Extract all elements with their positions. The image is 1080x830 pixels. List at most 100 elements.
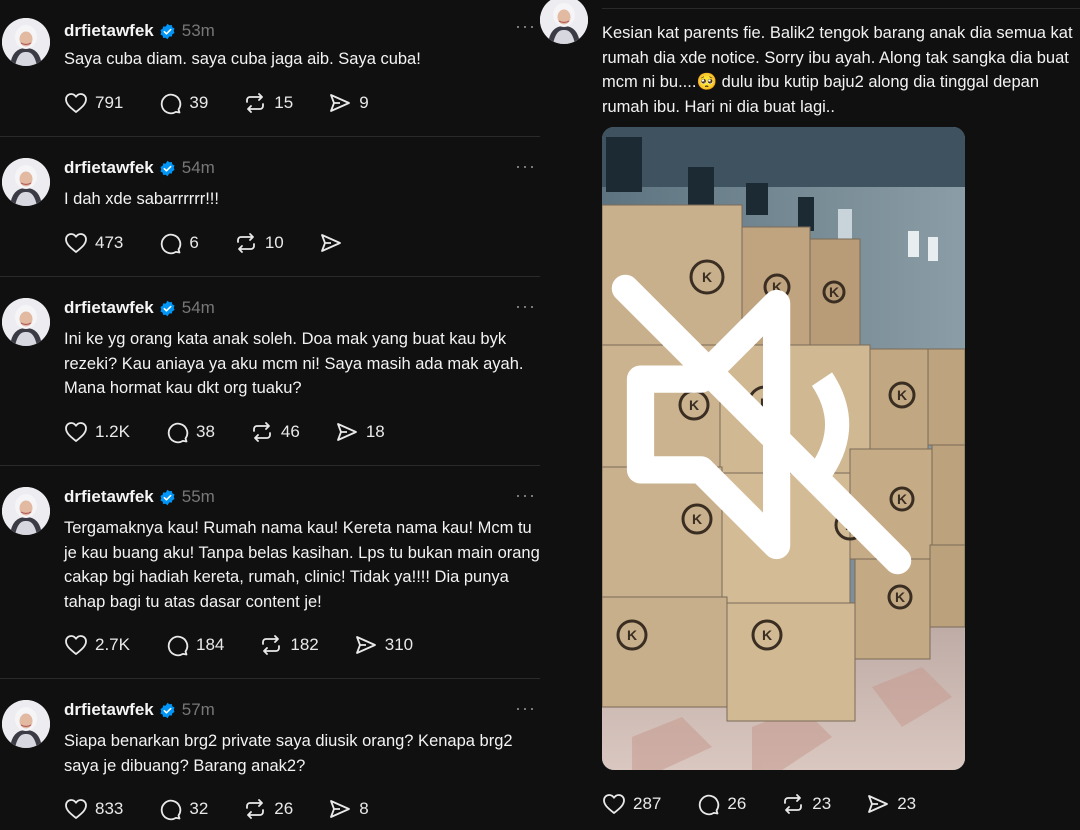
share-button[interactable]: 23 (866, 792, 916, 816)
action-bar: 287 26 23 23 (602, 792, 951, 816)
username[interactable]: drfietawfek (64, 298, 154, 318)
post-header: drfietawfek 55m (64, 485, 215, 509)
share-icon (868, 795, 889, 813)
post-header: drfietawfek 57m (64, 698, 215, 722)
timestamp: 54m (181, 298, 215, 317)
repost-count: 23 (812, 794, 832, 813)
timestamp: 54m (181, 158, 215, 177)
like-button[interactable]: 1.2K (64, 420, 130, 444)
repost-count: 46 (280, 422, 300, 441)
comment-icon (167, 422, 189, 444)
avatar[interactable] (2, 158, 50, 206)
repost-count: 15 (274, 93, 294, 112)
repost-button[interactable]: 182 (259, 633, 319, 657)
reply-button[interactable]: 26 (696, 792, 746, 816)
avatar[interactable] (2, 487, 50, 535)
repost-count: 182 (290, 635, 319, 654)
like-count: 287 (633, 794, 662, 813)
verified-icon (159, 300, 176, 317)
username[interactable]: drfietawfek (64, 487, 154, 507)
post-text: I dah xde sabarrrrrr!!! (64, 190, 219, 208)
more-icon[interactable]: ··· (515, 485, 536, 506)
share-button[interactable]: 18 (335, 420, 385, 444)
more-icon[interactable]: ··· (515, 698, 536, 719)
post-header: drfietawfek 53m (64, 19, 215, 43)
like-button[interactable]: 791 (64, 91, 123, 115)
post[interactable]: drfietawfek 54m ··· I dah xde sabarrrrrr… (0, 156, 540, 277)
more-icon[interactable]: ··· (515, 16, 536, 37)
avatar[interactable] (2, 298, 50, 346)
like-count: 791 (95, 93, 124, 112)
post-text: Ini ke yg orang kata anak soleh. Doa mak… (64, 330, 524, 397)
heart-icon (65, 635, 87, 655)
share-count: 9 (359, 93, 369, 112)
mute-icon[interactable] (602, 127, 943, 746)
share-icon (330, 800, 351, 818)
repost-count: 26 (274, 799, 294, 818)
heart-icon (65, 233, 87, 253)
share-button[interactable]: 310 (354, 633, 413, 657)
post[interactable]: drfietawfek 55m ··· Tergamaknya kau! Rum… (0, 485, 540, 679)
post-text: Siapa benarkan brg2 private saya diusik … (64, 732, 513, 775)
share-icon (336, 423, 357, 441)
like-button[interactable]: 287 (602, 792, 661, 816)
reply-button[interactable]: 184 (165, 633, 224, 657)
like-count: 2.7K (95, 635, 130, 654)
post-header: drfietawfek 54m (64, 296, 215, 320)
post[interactable]: drfietawfek 53m ··· Saya cuba diam. saya… (0, 16, 540, 137)
verified-icon (159, 23, 176, 40)
share-button[interactable]: 9 (328, 91, 369, 115)
post[interactable]: drfietawfek 54m ··· Ini ke yg orang kata… (0, 296, 540, 466)
share-count: 23 (897, 794, 917, 813)
share-icon (330, 94, 351, 112)
repost-button[interactable]: 10 (234, 231, 284, 255)
repost-icon (262, 635, 281, 655)
heart-icon (65, 799, 87, 819)
right-post[interactable]: Kesian kat parents fie. Balik2 tengok ba… (540, 0, 1080, 830)
more-icon[interactable]: ··· (515, 296, 536, 317)
repost-icon (253, 422, 271, 442)
reply-button[interactable]: 32 (158, 797, 208, 821)
repost-button[interactable]: 15 (243, 91, 293, 115)
reply-button[interactable]: 38 (165, 420, 215, 444)
reply-count: 32 (189, 799, 209, 818)
repost-button[interactable]: 46 (250, 420, 300, 444)
comment-icon (699, 794, 720, 816)
action-bar: 1.2K 38 46 18 (64, 420, 420, 444)
like-button[interactable]: 833 (64, 797, 123, 821)
repost-icon (236, 233, 255, 253)
comment-icon (161, 799, 182, 821)
repost-icon (246, 93, 265, 113)
repost-icon (784, 794, 803, 814)
more-icon[interactable]: ··· (515, 156, 536, 177)
comment-icon (161, 233, 182, 255)
share-count: 18 (365, 422, 385, 441)
post[interactable]: drfietawfek 57m ··· Siapa benarkan brg2 … (0, 698, 540, 830)
like-button[interactable]: 473 (64, 231, 123, 255)
reply-button[interactable]: 6 (158, 231, 199, 255)
like-count: 1.2K (95, 422, 130, 441)
share-icon (320, 234, 341, 252)
like-button[interactable]: 2.7K (64, 633, 130, 657)
reply-count: 38 (195, 422, 215, 441)
username[interactable]: drfietawfek (64, 21, 154, 41)
heart-icon (65, 93, 87, 113)
repost-count: 10 (264, 233, 284, 252)
share-button[interactable]: 8 (328, 797, 369, 821)
share-button[interactable] (319, 231, 350, 255)
avatar[interactable] (2, 18, 50, 66)
repost-button[interactable]: 26 (243, 797, 293, 821)
timestamp: 57m (181, 700, 215, 719)
heart-icon (65, 422, 87, 442)
avatar[interactable] (540, 0, 588, 44)
username[interactable]: drfietawfek (64, 158, 154, 178)
share-count: 8 (359, 799, 369, 818)
post-video[interactable]: KKK KKK KKK KKK (602, 127, 965, 770)
reply-button[interactable]: 39 (158, 91, 208, 115)
reply-count: 26 (727, 794, 747, 813)
username[interactable]: drfietawfek (64, 700, 154, 720)
avatar[interactable] (2, 700, 50, 748)
verified-icon (159, 489, 176, 506)
timestamp: 55m (181, 487, 215, 506)
repost-button[interactable]: 23 (781, 792, 831, 816)
